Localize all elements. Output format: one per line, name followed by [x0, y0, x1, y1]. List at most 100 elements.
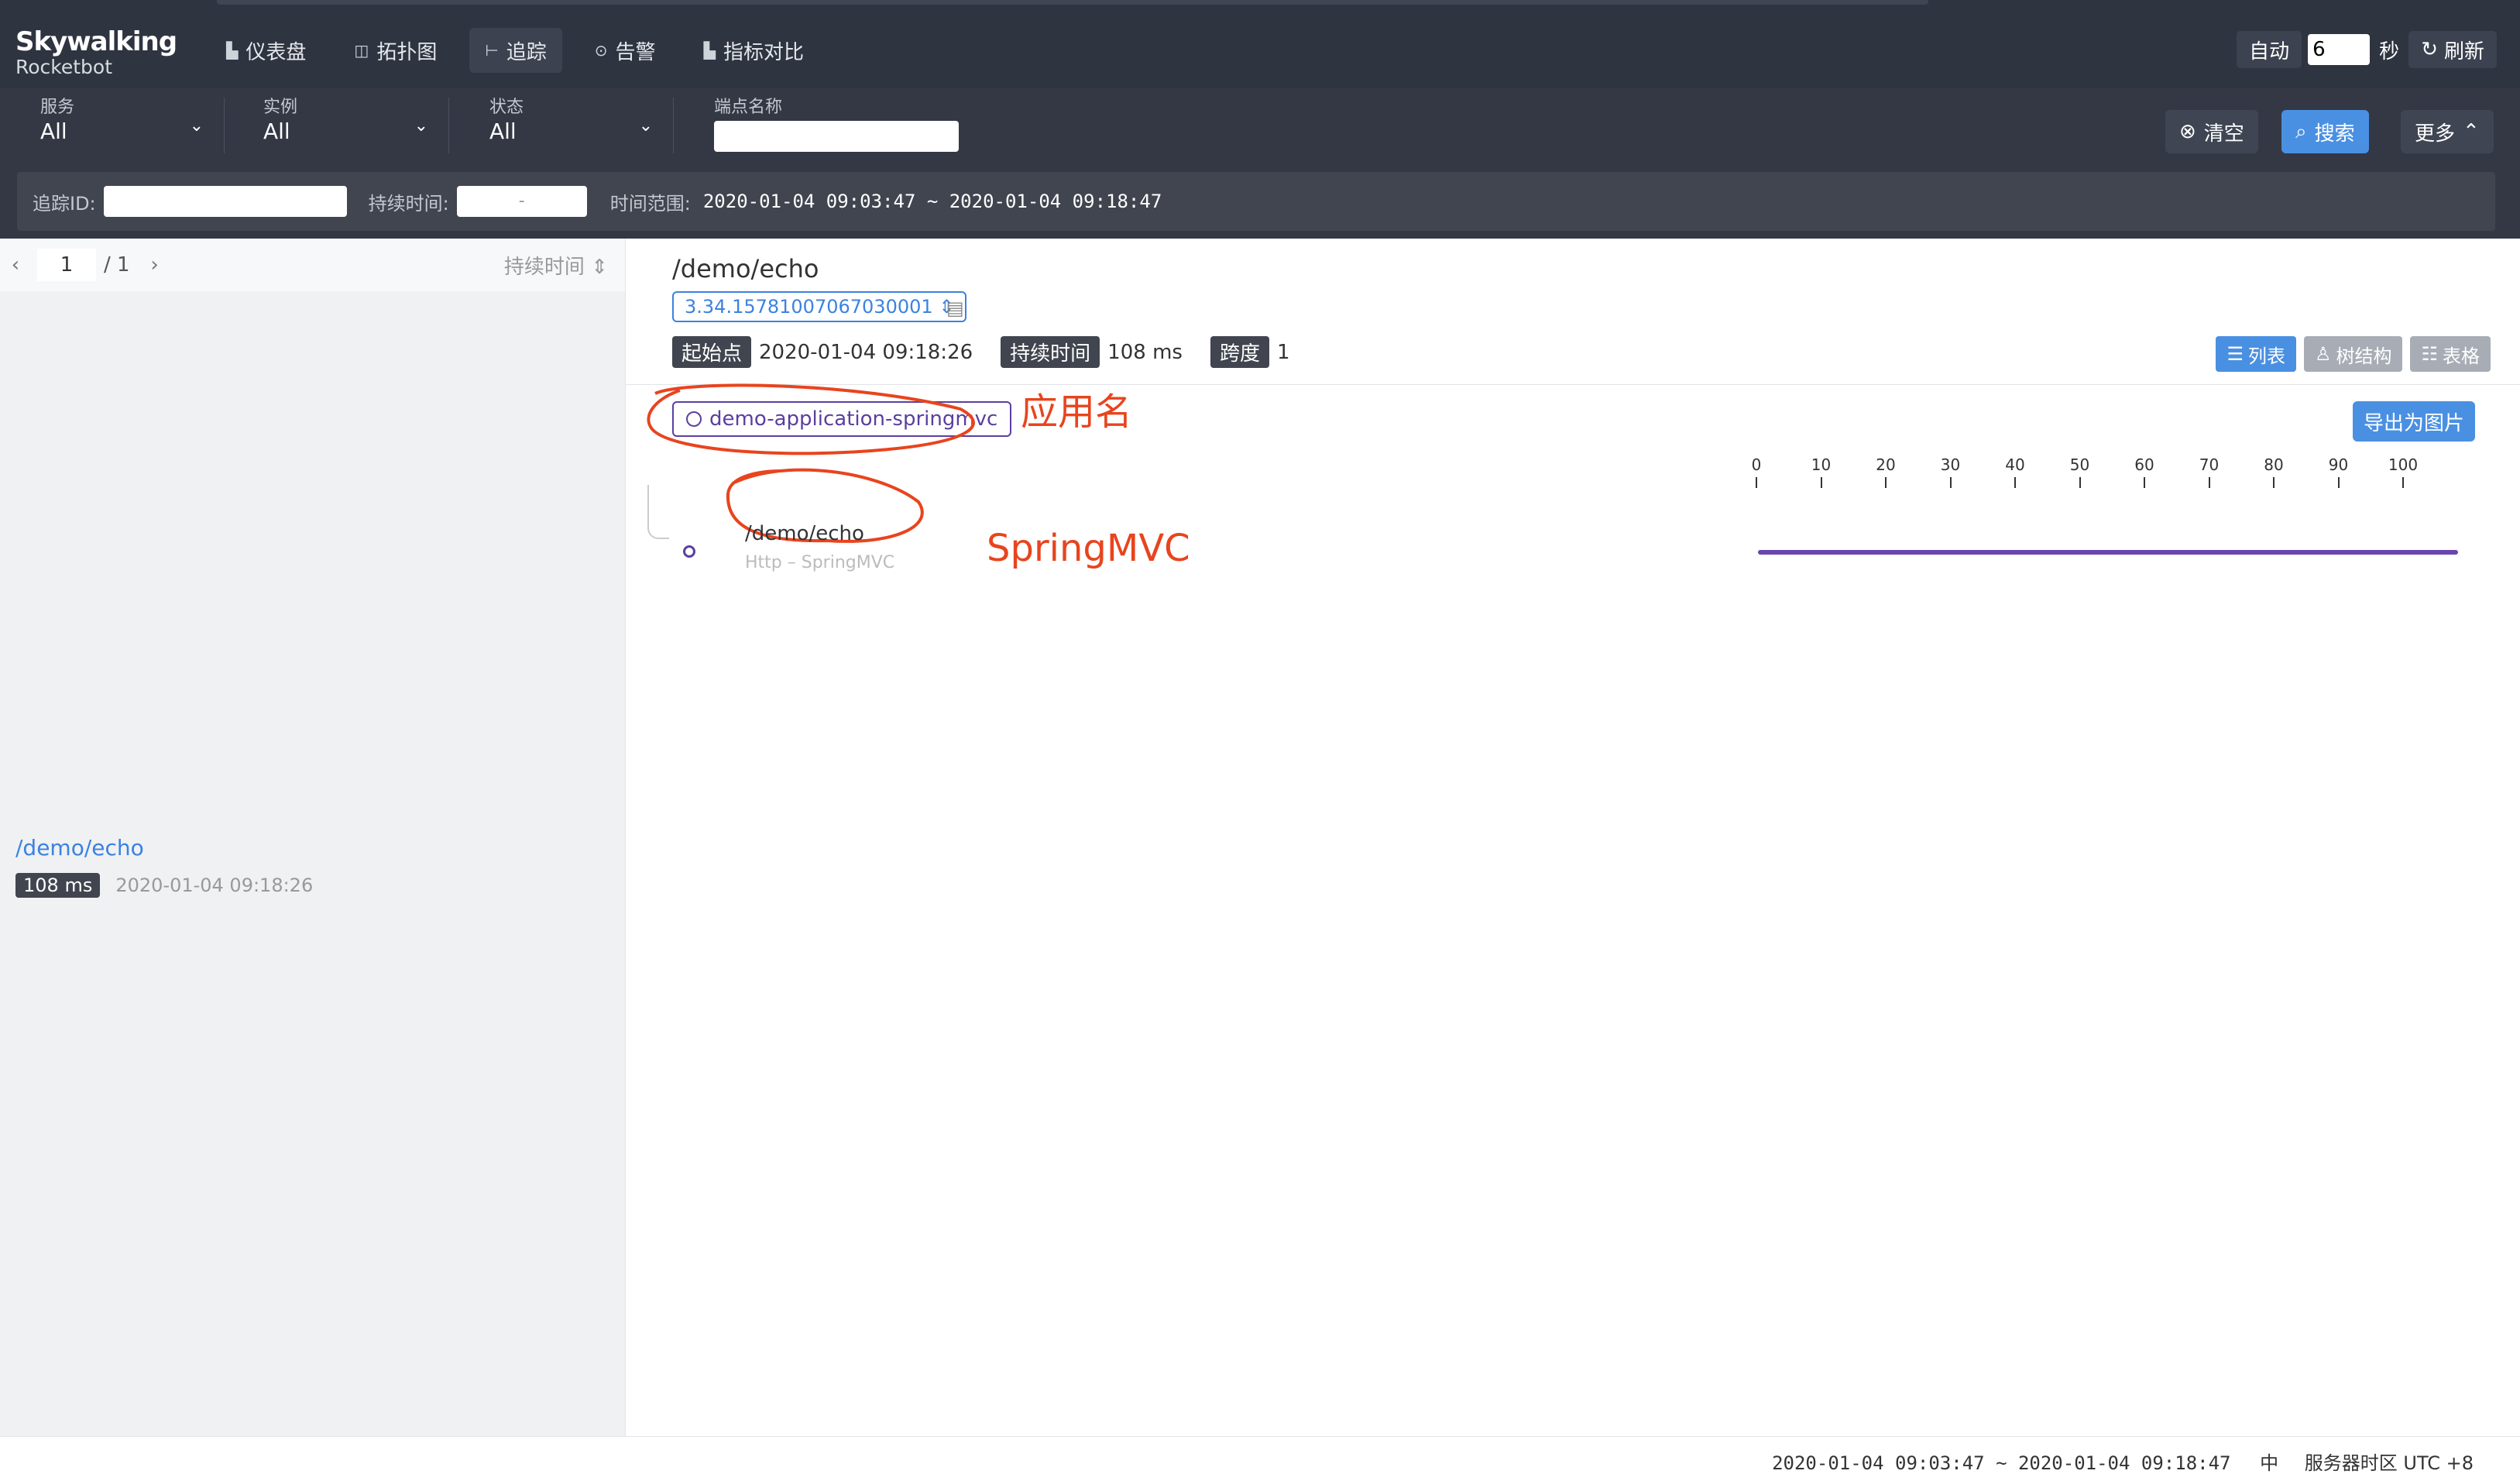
axis-tick: 10 [1798, 455, 1845, 488]
axis-tick-mark [2337, 477, 2340, 488]
instance-select[interactable]: 实例 All ⌄ [263, 98, 449, 153]
axis-tick: 70 [2186, 455, 2233, 488]
trace-id-input[interactable] [103, 186, 347, 217]
nav-compare[interactable]: ▙ 指标对比 [688, 28, 819, 73]
nav-topology[interactable]: ◫ 拓扑图 [338, 28, 452, 73]
nav-dashboard[interactable]: ▙ 仪表盘 [211, 28, 321, 73]
more-button[interactable]: 更多 ⌃ [2401, 110, 2494, 153]
clear-button[interactable]: ⊗ 清空 [2165, 110, 2258, 153]
endpoint-label: 端点名称 [714, 98, 783, 117]
logo-title: Skywalking [15, 26, 177, 57]
status-select-label: 状态 [489, 98, 524, 117]
axis-tick-mark [1756, 477, 1757, 488]
tree-icon: ♙ [2314, 343, 2332, 365]
axis-tick: 30 [1928, 455, 1974, 488]
axis-tick-label: 70 [2199, 455, 2220, 474]
interval-input[interactable]: 6 [2308, 34, 2371, 65]
axis-tick-label: 100 [2388, 455, 2419, 474]
logo[interactable]: Skywalking Rocketbot [15, 28, 177, 79]
compare-icon: ▙ [703, 41, 716, 60]
list-item-duration: 108 ms [15, 873, 101, 898]
axis-tick-mark [1949, 477, 1952, 488]
status-select[interactable]: 状态 All ⌄ [489, 98, 674, 153]
span-duration-bar[interactable] [1758, 550, 2458, 555]
nav-topology-label: 拓扑图 [376, 40, 438, 64]
page-input[interactable]: 1 [37, 249, 96, 281]
annotation-springmvc: SpringMVC [987, 527, 1190, 570]
nav-dashboard-label: 仪表盘 [245, 40, 307, 64]
list-item-time: 2020-01-04 09:18:26 [115, 875, 314, 896]
service-select-label: 服务 [40, 98, 75, 117]
nav-alarm-label: 告警 [615, 40, 656, 64]
view-tree-button[interactable]: ♙ 树结构 [2303, 336, 2403, 372]
axis-tick-mark [2273, 477, 2275, 488]
trace-detail-pane: /demo/echo 3.34.15781007067030001 ⇕ ▤ 起始… [626, 239, 2520, 1436]
chevron-down-icon: ⌄ [638, 116, 653, 136]
chevron-right-icon[interactable]: › [144, 253, 166, 277]
table-icon: ☷ [2421, 343, 2438, 365]
axis-tick-mark [1820, 477, 1822, 488]
span-row[interactable]: /demo/echo Http – SpringMVC [745, 522, 894, 572]
footer: 2020-01-04 09:03:47 ~ 2020-01-04 09:18:4… [0, 1436, 2520, 1481]
refresh-label: 刷新 [2443, 40, 2484, 64]
axis-tick-label: 30 [1940, 455, 1961, 474]
list-item[interactable]: /demo/echo 108 ms 2020-01-04 09:18:26 [15, 835, 313, 898]
list-icon: ☰ [2226, 343, 2244, 365]
export-image-button[interactable]: 导出为图片 [2352, 401, 2475, 442]
browser-scroll-strip [217, 0, 1928, 5]
axis-tick: 0 [1733, 455, 1780, 488]
dashboard-icon: ▙ [226, 41, 239, 60]
view-table-button[interactable]: ☷ 表格 [2410, 336, 2491, 372]
tree-connector [647, 485, 669, 539]
search-button[interactable]: ⌕ 搜索 [2281, 110, 2369, 153]
axis-tick-label: 80 [2264, 455, 2284, 474]
annotation-ellipse-app [647, 383, 975, 455]
top-nav-bar: Skywalking Rocketbot ▙ 仪表盘 ◫ 拓扑图 ⊢ 追踪 ⊙ 告警 ▙… [0, 0, 2520, 88]
trace-icon: ⊢ [485, 41, 499, 60]
chevron-down-icon: ⌄ [189, 116, 204, 136]
footer-time-range: 2020-01-04 09:03:47 ~ 2020-01-04 09:18:4… [1772, 1452, 2231, 1474]
interval-unit: 秒 [2379, 40, 2400, 64]
search-icon: ⌕ [2295, 119, 2307, 143]
chevron-left-icon[interactable]: ‹ [5, 253, 26, 277]
nav-alarm[interactable]: ⊙ 告警 [579, 28, 671, 73]
alarm-icon: ⊙ [594, 41, 608, 60]
span-value: 1 [1276, 340, 1290, 364]
annotation-app-name: 应用名 [1021, 390, 1133, 434]
nav-trace-label: 追踪 [506, 40, 547, 64]
axis-tick-label: 40 [2005, 455, 2025, 474]
nav-compare-label: 指标对比 [723, 40, 804, 64]
axis-tick-label: 20 [1876, 455, 1896, 474]
view-list-label: 列表 [2247, 345, 2285, 367]
pagination: ‹ 1 / 1 › 持续时间 ⇕ [0, 239, 625, 291]
advanced-filters: 追踪ID: 持续时间: - 时间范围: 2020-01-04 09:03:47 … [17, 172, 2495, 231]
close-circle-icon: ⊗ [2179, 120, 2196, 143]
sort-by-duration[interactable]: 持续时间 ⇕ [504, 251, 608, 280]
view-list-button[interactable]: ☰ 列表 [2216, 336, 2296, 372]
axis-tick-mark [2402, 477, 2404, 488]
more-label: 更多 [2415, 122, 2456, 146]
axis-tick-label: 10 [1811, 455, 1832, 474]
axis-tick-label: 60 [2134, 455, 2154, 474]
endpoint-filter: 端点名称 [714, 98, 977, 153]
list-item-endpoint[interactable]: /demo/echo [15, 835, 313, 861]
refresh-button[interactable]: ↻ 刷新 [2408, 31, 2497, 68]
page-total: / 1 [104, 253, 130, 277]
language-toggle[interactable]: 中 [2260, 1452, 2278, 1474]
axis-tick: 50 [2057, 455, 2103, 488]
axis-tick: 20 [1863, 455, 1909, 488]
endpoint-input[interactable] [714, 121, 959, 152]
clear-label: 清空 [2203, 122, 2244, 146]
duration-input[interactable]: - [456, 186, 587, 217]
axis-tick-label: 0 [1751, 455, 1762, 474]
axis-tick-mark [1885, 477, 1887, 488]
view-switcher: ☰ 列表 ♙ 树结构 ☷ 表格 [2216, 336, 2491, 372]
time-range-value[interactable]: 2020-01-04 09:03:47 ~ 2020-01-04 09:18:4… [703, 191, 1162, 212]
axis-tick: 40 [1992, 455, 2038, 488]
auto-button[interactable]: 自动 [2237, 31, 2302, 68]
instance-select-label: 实例 [263, 98, 298, 117]
nav-trace[interactable]: ⊢ 追踪 [469, 28, 562, 73]
axis-tick-label: 90 [2328, 455, 2349, 474]
chevron-up-icon: ⌃ [2463, 120, 2480, 143]
service-select[interactable]: 服务 All ⌄ [40, 98, 225, 153]
